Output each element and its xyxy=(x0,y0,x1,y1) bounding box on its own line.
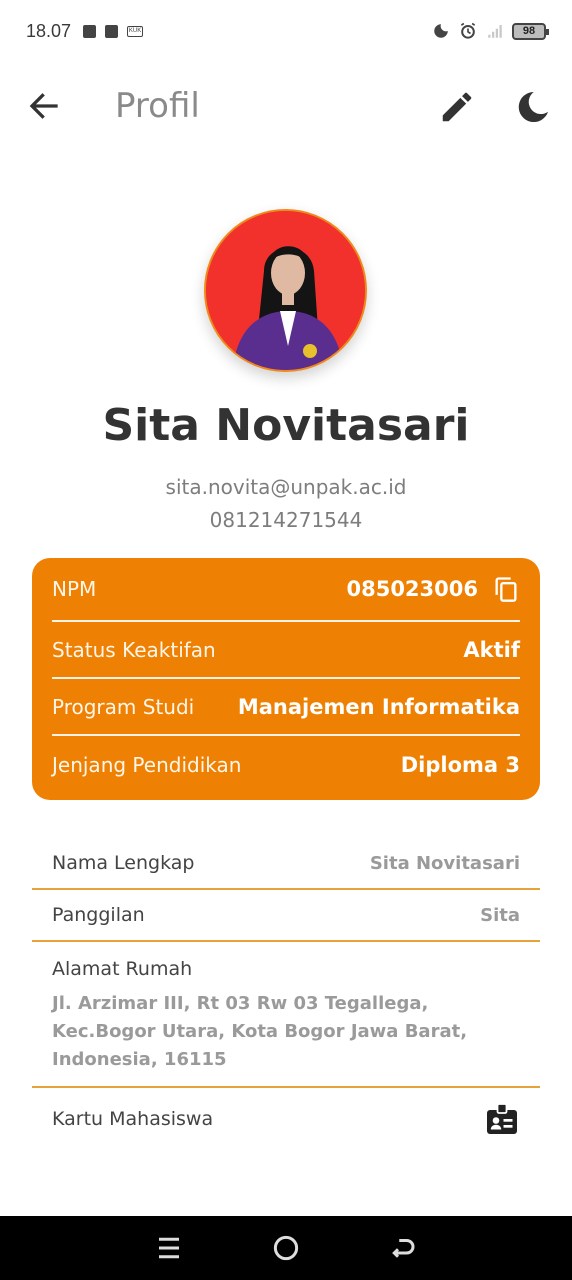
detail-row-student-card[interactable]: Kartu Mahasiswa xyxy=(32,1088,540,1150)
id-badge-icon[interactable] xyxy=(484,1101,520,1137)
card-value-status: Aktif xyxy=(463,637,520,662)
moon-icon[interactable] xyxy=(514,88,552,126)
card-label-level: Jenjang Pendidikan xyxy=(52,752,242,777)
card-value-npm: 085023006 xyxy=(346,575,520,603)
card-value-program: Manajemen Informatika xyxy=(237,694,520,719)
system-nav-bar xyxy=(0,1216,572,1280)
alarm-icon xyxy=(460,22,476,39)
menu-icon[interactable] xyxy=(154,1233,184,1263)
profile-name: Sita Novitasari xyxy=(102,400,470,451)
back-arrow-icon[interactable] xyxy=(26,88,62,124)
detail-row-address: Alamat Rumah Jl. Arzimar III, Rt 03 Rw 0… xyxy=(32,942,540,1088)
card-label-program: Program Studi xyxy=(52,694,195,719)
status-icons-left: KUK xyxy=(83,24,144,38)
app-bar: Profil xyxy=(0,70,572,146)
profile-phone: 081214271544 xyxy=(209,508,363,532)
copy-icon[interactable] xyxy=(492,575,520,603)
card-row-program: Program Studi Manajemen Informatika xyxy=(52,679,520,736)
student-card-label: Kartu Mahasiswa xyxy=(52,1108,214,1130)
facebook-icon xyxy=(105,24,119,38)
page-title: Profil xyxy=(115,86,200,126)
full-name-value: Sita Novitasari xyxy=(369,852,520,874)
detail-row-full-name: Nama Lengkap Sita Novitasari xyxy=(32,838,540,890)
back-icon[interactable] xyxy=(388,1233,418,1263)
detail-row-nickname: Panggilan Sita xyxy=(32,890,540,942)
status-icons-right: 98 xyxy=(432,21,549,41)
card-row-level: Jenjang Pendidikan Diploma 3 xyxy=(52,736,520,793)
address-value: Jl. Arzimar III, Rt 03 Rw 03 Tegallega, … xyxy=(52,993,468,1070)
status-bar: 18.07 KUK 98 xyxy=(0,0,572,62)
address-label: Alamat Rumah xyxy=(52,958,193,980)
pencil-icon[interactable] xyxy=(438,88,476,126)
home-icon[interactable] xyxy=(271,1233,301,1263)
avatar xyxy=(204,209,367,372)
status-time: 18.07 xyxy=(26,20,72,41)
card-row-npm: NPM 085023006 xyxy=(52,558,520,622)
moon-icon xyxy=(434,24,448,38)
card-value-level: Diploma 3 xyxy=(400,752,520,777)
kuk-icon: KUK xyxy=(127,25,144,37)
card-label-status: Status Keaktifan xyxy=(52,637,216,662)
card-label-npm: NPM xyxy=(52,577,97,601)
notification-icon xyxy=(83,24,97,38)
profile-photo xyxy=(206,211,365,370)
signal-icon xyxy=(488,25,502,38)
full-name-label: Nama Lengkap xyxy=(52,852,195,874)
profile-email: sita.novita@unpak.ac.id xyxy=(165,475,407,499)
nickname-label: Panggilan xyxy=(52,904,145,926)
card-row-status: Status Keaktifan Aktif xyxy=(52,622,520,679)
profile-details-list: Nama Lengkap Sita Novitasari Panggilan S… xyxy=(32,838,540,1150)
academic-info-card: NPM 085023006 Status Keaktifan Aktif Pro… xyxy=(32,558,540,800)
npm-value: 085023006 xyxy=(346,577,478,601)
battery-indicator: 98 xyxy=(512,22,549,40)
nickname-value: Sita xyxy=(480,904,520,926)
